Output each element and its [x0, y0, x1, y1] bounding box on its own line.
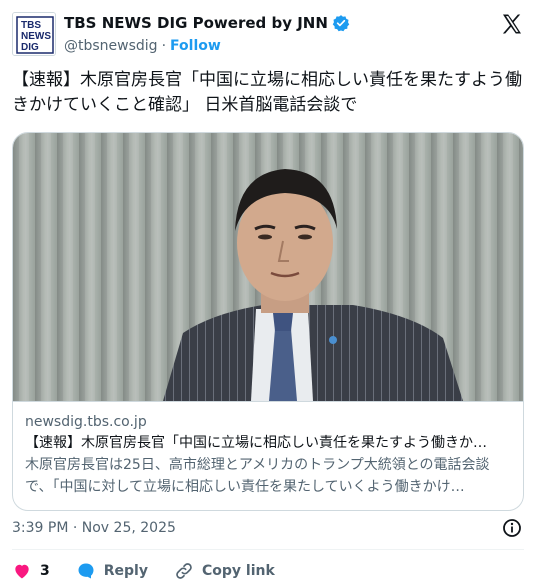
- timestamp[interactable]: 3:39 PM · Nov 25, 2025: [12, 520, 176, 536]
- copy-link-button[interactable]: Copy link: [174, 561, 275, 581]
- avatar-text-line3: DIG: [21, 42, 39, 53]
- like-count: 3: [40, 563, 50, 579]
- tweet-header: TBS NEWS DIG TBS NEWS DIG Powered by JNN…: [12, 12, 524, 56]
- divider: [12, 549, 524, 550]
- avatar[interactable]: TBS NEWS DIG: [12, 12, 56, 56]
- x-logo-icon[interactable]: [500, 12, 524, 36]
- like-button[interactable]: 3: [12, 561, 50, 581]
- separator: ·: [161, 38, 167, 54]
- reply-button[interactable]: Reply: [76, 561, 148, 581]
- card-domain: newsdig.tbs.co.jp: [25, 414, 147, 430]
- copy-link-label: Copy link: [201, 563, 275, 579]
- avatar-text-line1: TBS: [21, 20, 41, 31]
- name-row: TBS NEWS DIG Powered by JNN: [64, 14, 350, 32]
- handle[interactable]: @tbsnewsdig: [64, 38, 158, 54]
- card-title: 【速報】木原官房長官「中国に立場に相応しい責任を果たすよう働きか…: [25, 435, 487, 451]
- link-card[interactable]: newsdig.tbs.co.jp 【速報】木原官房長官「中国に立場に相応しい責…: [12, 132, 524, 511]
- info-icon[interactable]: [502, 518, 522, 538]
- action-bar: 3 Reply Copy link: [12, 558, 301, 584]
- avatar-text-line2: NEWS: [21, 31, 51, 42]
- verified-badge-icon: [332, 14, 350, 32]
- card-description: 木原官房長官は25日、高市総理とアメリカのトランプ大統領との電話会談で、「中国に…: [25, 457, 490, 495]
- tweet-text: 【速報】木原官房長官「中国に立場に相応しい責任を果たすよう働きかけていくこと確認…: [12, 70, 522, 115]
- card-image[interactable]: [13, 133, 523, 401]
- card-meta: newsdig.tbs.co.jp 【速報】木原官房長官「中国に立場に相応しい責…: [13, 401, 523, 510]
- follow-button[interactable]: Follow: [170, 38, 221, 54]
- reply-label: Reply: [103, 563, 148, 579]
- heart-icon: [15, 564, 29, 579]
- reply-bubble-icon: [78, 563, 94, 579]
- handle-row: @tbsnewsdig · Follow: [64, 38, 221, 54]
- link-icon: [176, 563, 192, 579]
- display-name[interactable]: TBS NEWS DIG Powered by JNN: [64, 14, 328, 32]
